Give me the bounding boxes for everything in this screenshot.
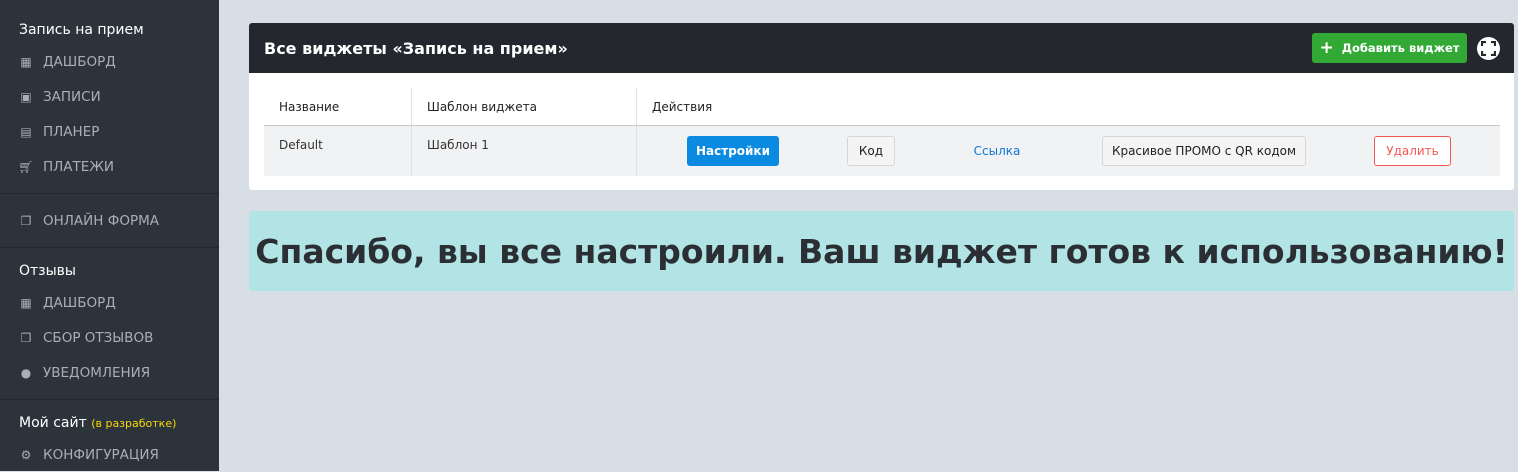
copy-icon: ❐: [20, 213, 32, 228]
add-widget-button[interactable]: + Добавить виджет: [1312, 33, 1467, 63]
plus-icon: +: [1319, 38, 1334, 58]
page-title: Все виджеты «Запись на прием»: [264, 38, 568, 58]
table-row: Default Шаблон 1 Настройки Код Ссылка Кр…: [264, 126, 1500, 176]
link-button[interactable]: Ссылка: [967, 136, 1027, 166]
widget-template: Шаблон 1: [412, 126, 637, 176]
sidebar-item-configuration[interactable]: ⚙ КОНФИГУРАЦИЯ: [0, 437, 219, 472]
code-button[interactable]: Код: [847, 136, 895, 166]
dashboard-icon: ▦: [20, 54, 32, 69]
section-title-my-site: Мой сайт (в разработке): [0, 409, 219, 437]
widgets-table: Название Шаблон виджета Действия Default…: [264, 88, 1500, 176]
divider: [0, 247, 219, 248]
chat-icon: ●: [20, 365, 32, 380]
dashboard-icon: ▦: [20, 295, 32, 310]
sidebar-item-label: СБОР ОТЗЫВОВ: [43, 329, 154, 346]
divider: [0, 193, 219, 194]
column-header-name: Название: [264, 88, 412, 125]
sidebar-item-notifications[interactable]: ● УВЕДОМЛЕНИЯ: [0, 355, 219, 390]
copy-icon: ❐: [20, 330, 32, 345]
table-header: Название Шаблон виджета Действия: [264, 88, 1500, 126]
column-header-actions: Действия: [652, 100, 713, 114]
calendar-icon: ▤: [20, 124, 32, 139]
divider: [0, 399, 219, 400]
in-development-note: (в разработке): [91, 417, 177, 430]
sidebar-item-label: ЗАПИСИ: [43, 88, 101, 105]
sidebar-item-label: ПЛАТЕЖИ: [43, 158, 114, 175]
sidebar-item-reviews-dashboard[interactable]: ▦ ДАШБОРД: [0, 285, 219, 320]
sidebar-item-collect-reviews[interactable]: ❐ СБОР ОТЗЫВОВ: [0, 320, 219, 355]
widgets-card: Все виджеты «Запись на прием» + Добавить …: [249, 23, 1514, 190]
sidebar-item-dashboard[interactable]: ▦ ДАШБОРД: [0, 44, 219, 79]
delete-button[interactable]: Удалить: [1374, 136, 1451, 166]
sidebar-item-records[interactable]: ▣ ЗАПИСИ: [0, 79, 219, 114]
fullscreen-icon[interactable]: [1477, 37, 1500, 60]
section-title-appointments: Запись на прием: [19, 22, 144, 38]
sidebar-item-planner[interactable]: ▤ ПЛАНЕР: [0, 114, 219, 149]
clipboard-icon: ▣: [20, 89, 32, 104]
actions-cell: Настройки Код Ссылка Красивое ПРОМО с QR…: [637, 126, 1500, 176]
add-widget-label: Добавить виджет: [1341, 41, 1460, 55]
promo-qr-button[interactable]: Красивое ПРОМО с QR кодом: [1102, 136, 1306, 166]
settings-button[interactable]: Настройки: [687, 136, 779, 166]
column-header-template: Шаблон виджета: [412, 88, 637, 125]
sidebar-item-label: ОНЛАЙН ФОРМА: [43, 212, 159, 229]
my-site-label: Мой сайт: [19, 415, 87, 431]
success-banner: Спасибо, вы все настроили. Ваш виджет го…: [249, 211, 1514, 291]
sidebar-item-label: ПЛАНЕР: [43, 123, 100, 140]
card-header: Все виджеты «Запись на прием» + Добавить …: [249, 23, 1514, 73]
sidebar-item-label: ДАШБОРД: [43, 294, 116, 311]
sidebar-item-label: УВЕДОМЛЕНИЯ: [43, 364, 151, 381]
sidebar-item-payments[interactable]: 🛒︎ ПЛАТЕЖИ: [0, 149, 219, 184]
sidebar-item-online-form[interactable]: ❐ ОНЛАЙН ФОРМА: [0, 203, 219, 238]
cart-icon: 🛒︎: [18, 159, 34, 174]
section-title-reviews: Отзывы: [19, 263, 76, 279]
sidebar-item-label: ДАШБОРД: [43, 53, 116, 70]
gear-icon: ⚙: [20, 447, 32, 462]
sidebar-item-label: КОНФИГУРАЦИЯ: [43, 446, 159, 463]
widget-name: Default: [264, 126, 412, 176]
sidebar: Запись на прием ▦ ДАШБОРД ▣ ЗАПИСИ ▤ ПЛАНЕР…: [0, 0, 219, 471]
